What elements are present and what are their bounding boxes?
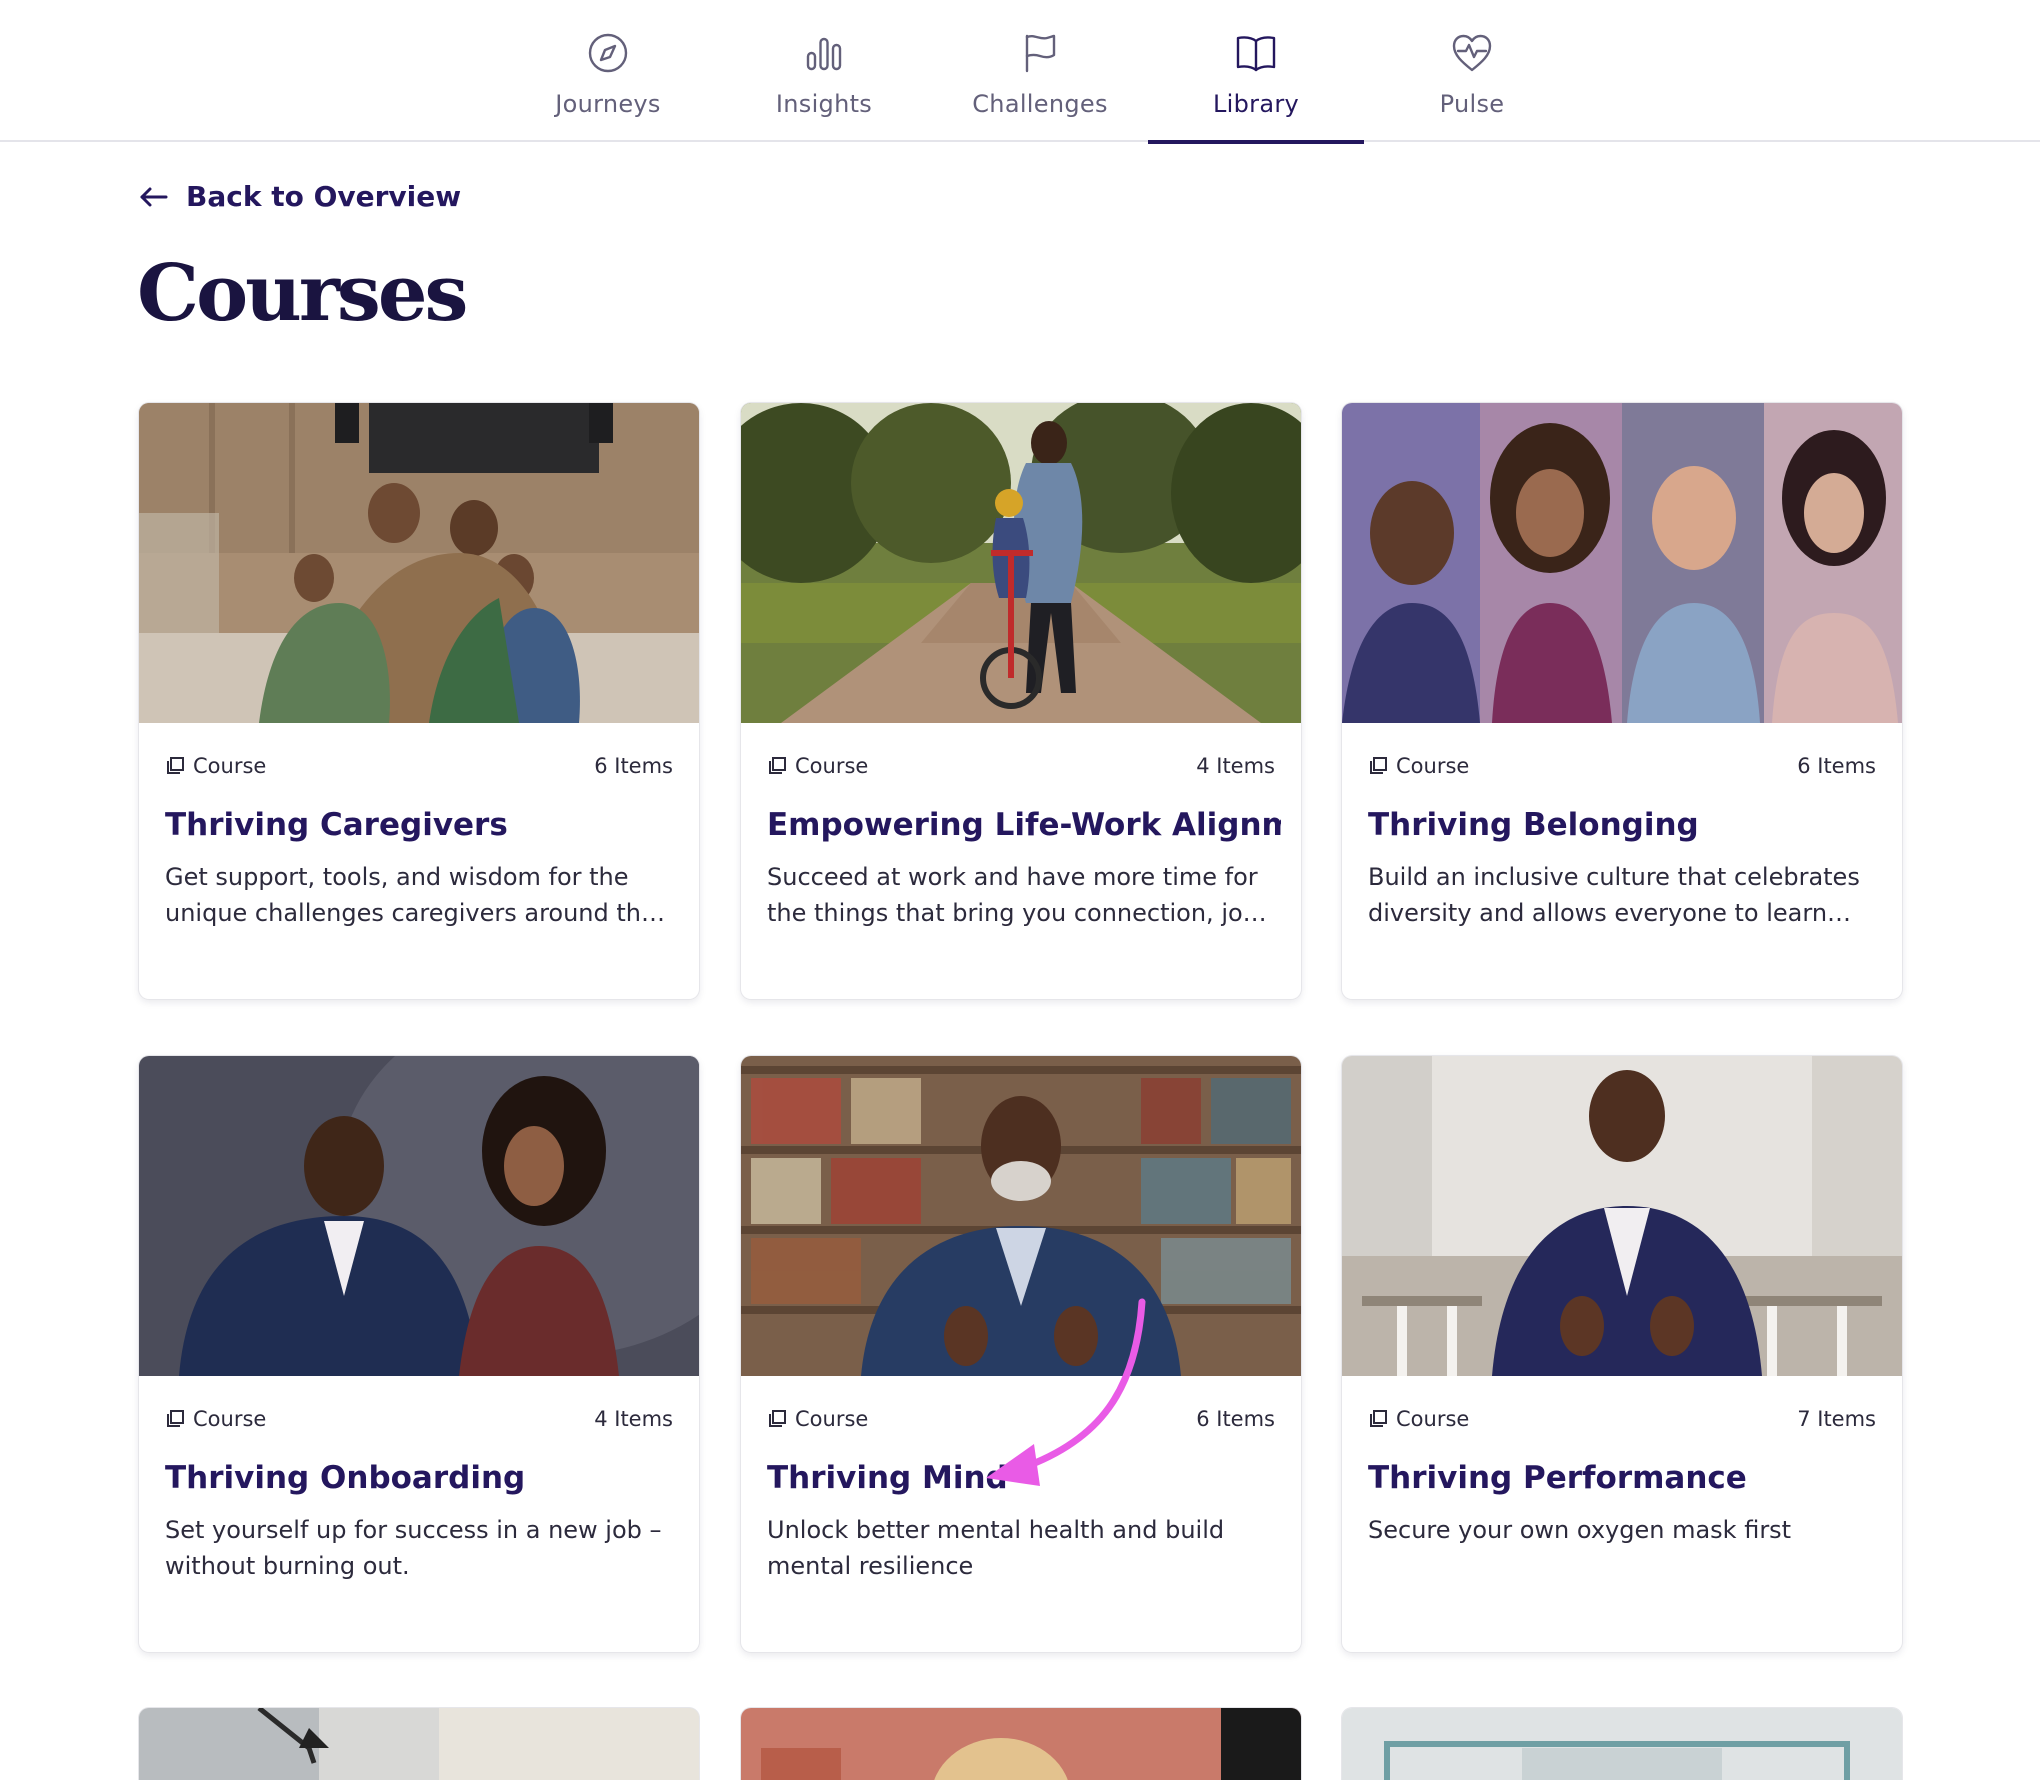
course-item-count: 6 Items bbox=[1196, 1407, 1275, 1431]
course-stack-icon bbox=[769, 757, 786, 774]
tab-insights[interactable]: Insights bbox=[716, 0, 932, 142]
course-title: Thriving Mind bbox=[767, 1460, 1008, 1496]
tab-library[interactable]: Library bbox=[1148, 0, 1364, 144]
course-thumbnail bbox=[139, 1056, 699, 1376]
course-item-count: 6 Items bbox=[594, 754, 673, 778]
top-navigation: Journeys Insights Challenges Library Pul… bbox=[0, 0, 2040, 144]
compass-icon bbox=[585, 30, 631, 76]
tab-label: Challenges bbox=[972, 90, 1108, 118]
course-card-partial[interactable] bbox=[1342, 1708, 1902, 1780]
kitchen-image bbox=[139, 1708, 699, 1780]
family-photo-image bbox=[139, 403, 699, 723]
course-card[interactable]: Course 7 Items Thriving Performance Secu… bbox=[1342, 1056, 1902, 1652]
four-speakers-image bbox=[1342, 403, 1902, 723]
course-type: Course bbox=[193, 754, 267, 778]
course-meta: Course 6 Items bbox=[165, 751, 673, 781]
tab-label: Insights bbox=[775, 90, 873, 118]
course-title: Thriving Onboarding bbox=[165, 1460, 526, 1496]
course-card[interactable]: Course 4 Items Thriving Onboarding Set y… bbox=[139, 1056, 699, 1652]
flag-icon bbox=[1017, 30, 1063, 76]
father-son-bike-image bbox=[741, 403, 1301, 723]
course-meta: Course 4 Items bbox=[767, 751, 1275, 781]
course-item-count: 4 Items bbox=[594, 1407, 673, 1431]
back-to-overview-link[interactable]: Back to Overview bbox=[138, 180, 461, 213]
course-thumbnail bbox=[741, 1056, 1301, 1376]
arrow-left-icon bbox=[140, 187, 168, 206]
speaker-office-image bbox=[1342, 1056, 1902, 1376]
course-item-count: 4 Items bbox=[1196, 754, 1275, 778]
nav-tabs: Journeys Insights Challenges Library Pul… bbox=[500, 0, 1580, 144]
course-stack-icon bbox=[167, 1410, 184, 1427]
tab-label: Journeys bbox=[555, 90, 661, 118]
course-type: Course bbox=[795, 754, 869, 778]
course-description: Secure your own oxygen mask first bbox=[1368, 1516, 1792, 1544]
course-type: Course bbox=[1396, 754, 1470, 778]
back-link-label: Back to Overview bbox=[186, 180, 462, 213]
course-meta: Course 4 Items bbox=[165, 1404, 673, 1434]
course-item-count: 7 Items bbox=[1797, 1407, 1876, 1431]
course-meta: Course 7 Items bbox=[1368, 1404, 1876, 1434]
course-card[interactable]: Course 6 Items Thriving Mind Unlock bett… bbox=[741, 1056, 1301, 1652]
course-thumbnail bbox=[741, 403, 1301, 723]
tab-label: Library bbox=[1212, 90, 1300, 118]
course-title: Thriving Belonging bbox=[1368, 807, 1699, 843]
course-title: Thriving Performance bbox=[1368, 1460, 1747, 1496]
course-stack-icon bbox=[1370, 1410, 1387, 1427]
course-description: Set yourself up for success in a new job… bbox=[165, 1516, 662, 1580]
course-stack-icon bbox=[1370, 757, 1387, 774]
course-card-partial[interactable] bbox=[139, 1708, 699, 1780]
course-type: Course bbox=[1396, 1407, 1470, 1431]
window-office-image bbox=[1342, 1708, 1902, 1780]
book-icon bbox=[1233, 30, 1279, 76]
course-description: Get support, tools, and wisdom for the u… bbox=[165, 863, 656, 927]
course-card-partial[interactable] bbox=[741, 1708, 1301, 1780]
speaker-library-image bbox=[741, 1056, 1301, 1376]
conversation-image bbox=[139, 1056, 699, 1376]
tab-pulse[interactable]: Pulse bbox=[1364, 0, 1580, 142]
tab-label: Pulse bbox=[1439, 90, 1505, 118]
course-description: Succeed at work and have more time for t… bbox=[767, 863, 1258, 927]
heart-pulse-icon bbox=[1449, 30, 1495, 76]
course-stack-icon bbox=[167, 757, 184, 774]
course-meta: Course 6 Items bbox=[767, 1404, 1275, 1434]
course-thumbnail bbox=[1342, 403, 1902, 723]
course-title: Empowering Life-Work Alignment bbox=[767, 807, 1281, 843]
page-title: Courses bbox=[137, 248, 468, 339]
course-thumbnail bbox=[139, 403, 699, 723]
course-card[interactable]: Course 6 Items Thriving Caregivers Get s… bbox=[139, 403, 699, 999]
course-type: Course bbox=[193, 1407, 267, 1431]
course-meta: Course 6 Items bbox=[1368, 751, 1876, 781]
course-title: Thriving Caregivers bbox=[165, 807, 508, 843]
tab-journeys[interactable]: Journeys bbox=[500, 0, 716, 142]
course-card[interactable]: Course 6 Items Thriving Belonging Build … bbox=[1342, 403, 1902, 999]
course-type: Course bbox=[795, 1407, 869, 1431]
course-card[interactable]: Course 4 Items Empowering Life-Work Alig… bbox=[741, 403, 1301, 999]
course-thumbnail bbox=[1342, 1056, 1902, 1376]
course-stack-icon bbox=[769, 1410, 786, 1427]
bar-chart-icon bbox=[801, 30, 847, 76]
woman-speaker-image bbox=[741, 1708, 1301, 1780]
tab-challenges[interactable]: Challenges bbox=[932, 0, 1148, 142]
course-description: Unlock better mental health and build me… bbox=[767, 1516, 1225, 1580]
course-item-count: 6 Items bbox=[1797, 754, 1876, 778]
course-description: Build an inclusive culture that celebrat… bbox=[1368, 863, 1860, 927]
